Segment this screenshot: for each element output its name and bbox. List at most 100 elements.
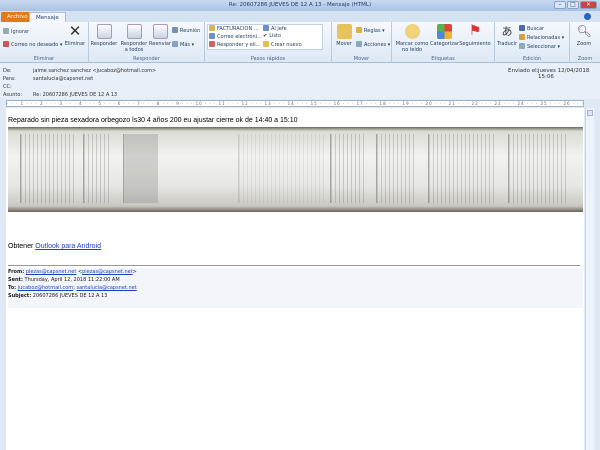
- marcar-no-leido-button[interactable]: Marcar como no leído: [394, 24, 430, 53]
- group-mover: Mover Reglas ▾ Acciones ▾ Mover: [332, 22, 392, 63]
- forwarded-header: From: piezas@capsnet.net <piezas@capsnet…: [8, 268, 583, 308]
- label: Al jefe: [271, 26, 287, 32]
- label: Seguimiento: [459, 41, 491, 47]
- photo-detail: [19, 133, 77, 204]
- fwd-sent: Sent: Thursday, April 12, 2018 11:22:00 …: [8, 276, 583, 284]
- more-icon: [172, 41, 178, 47]
- seleccionar-button[interactable]: Seleccionar ▾: [519, 43, 560, 51]
- label: From:: [8, 269, 25, 275]
- close-button[interactable]: ×: [580, 1, 597, 9]
- label: Traducir: [497, 41, 517, 47]
- message-header: De: jaime sanchez sanchez <jucaboz@hotma…: [0, 63, 600, 99]
- minimize-button[interactable]: –: [554, 1, 566, 9]
- value: Thursday, April 12, 2018 11:22:00 AM: [24, 277, 120, 283]
- photo-detail: [508, 133, 566, 204]
- responder-todos-button[interactable]: Responder a todos: [119, 24, 149, 53]
- seguimiento-button[interactable]: ⚑ Seguimiento: [459, 24, 491, 48]
- signature-line: Obtener Outlook para Android: [8, 243, 101, 250]
- label: Seleccionar: [527, 44, 556, 50]
- ribbon-tabs: Archivo Mensaje: [0, 11, 600, 22]
- help-icon[interactable]: [584, 13, 591, 20]
- photo-detail: [427, 133, 497, 204]
- label: Correo electróni...: [217, 34, 262, 40]
- fwd-from: From: piezas@capsnet.net <piezas@capsnet…: [8, 269, 137, 275]
- categorize-icon: [436, 24, 452, 39]
- label: Correo no deseado: [11, 42, 59, 48]
- ruler[interactable]: · · · 1 · · · 2 · · · 3 · · · 4 · · · 5 …: [6, 100, 584, 107]
- ignorar-button[interactable]: Ignorar: [3, 28, 29, 36]
- group-edicion: あ Traducir Buscar Relacionadas ▾ Seleccio…: [495, 22, 570, 63]
- to-email-link[interactable]: santalucia@capsnet.net: [76, 285, 136, 291]
- photo-detail: [238, 133, 325, 204]
- group-zoom: 🔍︎ Zoom Zoom: [570, 22, 600, 63]
- outlook-android-link[interactable]: Outlook para Android: [35, 243, 101, 250]
- from-email-link[interactable]: piezas@capsnet.net: [82, 269, 133, 275]
- photo-detail: [330, 133, 365, 204]
- title-bar: Re: 20607286 JUEVES DE 12 A 13 - Mensaje…: [0, 0, 600, 11]
- group-etiquetas: Marcar como no leído Categorizar ⚑ Seguim…: [392, 22, 495, 63]
- categorizar-button[interactable]: Categorizar: [430, 24, 459, 47]
- label: Reenviar: [149, 41, 172, 47]
- group-label: Mover: [353, 56, 370, 62]
- scroll-up-arrow[interactable]: [587, 110, 593, 116]
- relacionadas-button[interactable]: Relacionadas ▾: [519, 34, 564, 42]
- eliminar-button[interactable]: ✕ Eliminar: [64, 24, 86, 48]
- tab-mensaje[interactable]: Mensaje: [29, 12, 66, 22]
- reenviar-button[interactable]: Reenviar: [149, 24, 171, 47]
- translate-icon: あ: [501, 25, 513, 38]
- label: Reunión: [180, 28, 201, 34]
- quick-step-icon: [209, 25, 215, 31]
- from-email-link[interactable]: piezas@capsnet.net: [26, 269, 77, 275]
- quick-step[interactable]: ✔ Listo: [263, 33, 281, 40]
- label: Buscar: [527, 26, 545, 32]
- label: Más: [180, 42, 190, 48]
- group-eliminar: Ignorar Correo no deseado ▾ ✕ Eliminar El…: [0, 22, 89, 63]
- group-pasos-rapidos: FACTURACION ... Correo electróni... Resp…: [205, 22, 332, 63]
- obtener-text: Obtener: [8, 243, 36, 250]
- label: Mover: [336, 41, 352, 47]
- quick-step[interactable]: Al jefe: [263, 25, 287, 33]
- correo-no-deseado-button[interactable]: Correo no deseado ▾: [3, 41, 62, 49]
- acciones-button[interactable]: Acciones ▾: [356, 41, 390, 49]
- vertical-scrollbar[interactable]: [585, 108, 594, 450]
- label: Acciones: [364, 42, 387, 48]
- from-value[interactable]: jaime sanchez sanchez <jucaboz@hotmail.c…: [33, 68, 156, 74]
- junk-icon: [3, 41, 9, 47]
- zoom-button[interactable]: 🔍︎ Zoom: [573, 24, 595, 47]
- attached-photo[interactable]: [8, 127, 583, 212]
- quick-step-icon: [209, 33, 215, 39]
- reunion-button[interactable]: Reunión: [172, 27, 200, 35]
- label: Listo: [269, 33, 282, 39]
- mover-button[interactable]: Mover: [334, 24, 354, 47]
- fwd-subject: Subject: 20607286 JUEVES DE 12 A 13: [8, 292, 583, 300]
- reglas-button[interactable]: Reglas ▾: [356, 27, 385, 35]
- group-label: Eliminar: [33, 56, 55, 62]
- forward-icon: [152, 24, 168, 39]
- quick-step[interactable]: Crear nuevo: [263, 41, 302, 49]
- body-text: Reparado sin pieza sexadora orbegozo ls3…: [8, 117, 298, 124]
- to-value[interactable]: santalucia@capsnet.net: [33, 76, 93, 82]
- label: To:: [8, 285, 17, 291]
- unread-icon: [404, 24, 420, 39]
- quick-step-icon: [263, 41, 269, 47]
- quick-step[interactable]: FACTURACION ...: [209, 25, 259, 33]
- label: Subject:: [8, 293, 32, 299]
- label: Crear nuevo: [271, 42, 302, 48]
- label: Eliminar: [64, 41, 86, 47]
- maximize-button[interactable]: □: [567, 1, 579, 9]
- responder-button[interactable]: Responder: [90, 24, 118, 47]
- label: Relacionadas: [527, 35, 561, 41]
- quick-step-icon: [209, 41, 215, 47]
- to-email-link[interactable]: jucaboz@hotmail.com: [18, 285, 73, 291]
- quick-step[interactable]: Correo electróni...: [209, 33, 262, 41]
- to-label: Para:: [3, 76, 16, 82]
- label: Responder: [90, 41, 118, 47]
- label: Marcar como no leído: [395, 41, 429, 53]
- group-label: Responder: [133, 56, 160, 62]
- group-label: Etiquetas: [431, 56, 455, 62]
- label: Responder a todos: [120, 41, 148, 53]
- traducir-button[interactable]: あ Traducir: [496, 24, 518, 47]
- mas-button[interactable]: Más ▾: [172, 41, 194, 49]
- quick-step[interactable]: Responder y eli...: [209, 41, 260, 49]
- buscar-button[interactable]: Buscar: [519, 25, 544, 33]
